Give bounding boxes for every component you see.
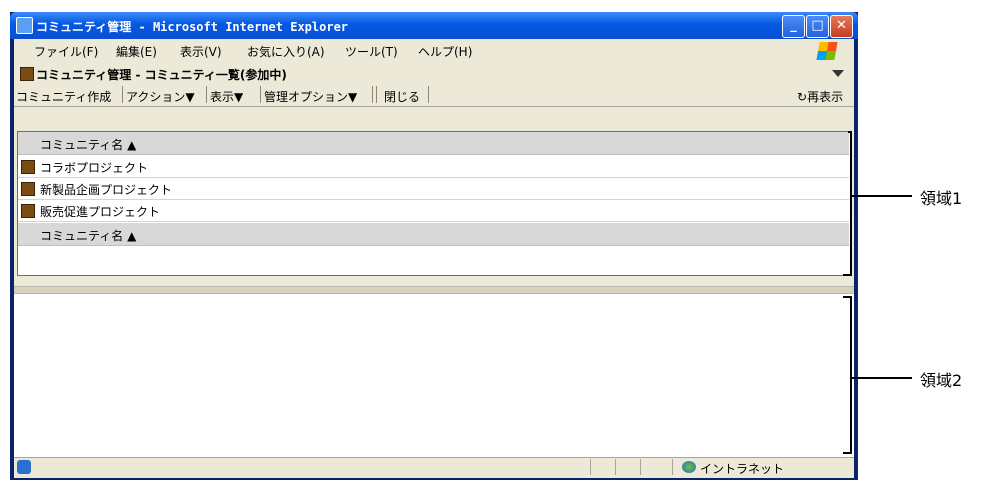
security-zone-label: イントラネット (700, 462, 785, 476)
bracket-1-bottom (843, 274, 852, 276)
toolbar-separator (428, 86, 429, 103)
toolbar-separator (260, 86, 261, 103)
toolbar-separator (372, 86, 373, 103)
bracket-2-vertical (850, 296, 852, 454)
community-icon (21, 204, 35, 218)
close-button[interactable]: ✕ (830, 15, 853, 38)
menu-favorites[interactable]: お気に入り(A) (247, 43, 325, 60)
callout-line-2 (852, 377, 912, 379)
action-menu-button[interactable]: アクション▼ (126, 88, 195, 105)
toolbar-separator (122, 86, 123, 103)
panel-title: コミュニティ管理 - コミュニティ一覧(参加中) (36, 68, 287, 82)
refresh-button[interactable]: ↻再表示 (797, 88, 843, 105)
column-footer-label: コミュニティ名 ▲ (40, 229, 137, 243)
refresh-icon: ↻ (797, 90, 808, 104)
list-item[interactable]: 新製品企画プロジェクト (18, 178, 849, 200)
list-item[interactable]: 販売促進プロジェクト (18, 200, 849, 222)
admin-options-button[interactable]: 管理オプション▼ (264, 88, 357, 105)
ie-page-icon (17, 460, 31, 474)
community-name: 販売促進プロジェクト (40, 205, 161, 219)
bracket-2-bottom (843, 452, 852, 454)
menu-help[interactable]: ヘルプ(H) (418, 43, 472, 60)
list-item[interactable]: コラボプロジェクト (18, 156, 849, 178)
create-community-button[interactable]: コミュニティ作成 (16, 88, 111, 105)
menu-edit[interactable]: 編集(E) (116, 43, 157, 60)
community-icon (21, 182, 35, 196)
refresh-label: 再表示 (807, 90, 844, 104)
column-header-label: コミュニティ名 ▲ (40, 138, 137, 152)
ie-page-icon (16, 17, 33, 34)
menu-view[interactable]: 表示(V) (180, 43, 222, 60)
chevron-down-icon[interactable] (832, 70, 844, 77)
maximize-button[interactable]: □ (806, 15, 829, 38)
community-name: 新製品企画プロジェクト (40, 183, 173, 197)
close-panel-button[interactable]: 閉じる (384, 88, 420, 105)
bracket-1-vertical (850, 131, 852, 276)
windows-flag-icon (816, 42, 838, 60)
status-separator (640, 459, 641, 475)
menu-tools[interactable]: ツール(T) (345, 43, 398, 60)
detail-pane (14, 294, 854, 457)
status-separator (615, 459, 616, 475)
column-header[interactable]: コミュニティ名 ▲ (18, 132, 849, 155)
menu-file[interactable]: ファイル(F) (34, 43, 98, 60)
minimize-button[interactable]: _ (782, 15, 805, 38)
intranet-globe-icon (682, 461, 696, 473)
column-footer-header[interactable]: コミュニティ名 ▲ (18, 223, 849, 246)
callout-line-1 (852, 195, 912, 197)
toolbar-separator (206, 86, 207, 103)
community-name: コラボプロジェクト (40, 161, 149, 175)
pane-splitter[interactable] (14, 286, 854, 294)
status-separator (590, 459, 591, 475)
callout-region1: 領域1 (920, 189, 963, 208)
window-title: コミュニティ管理 - Microsoft Internet Explorer (36, 20, 349, 34)
community-icon (21, 160, 35, 174)
status-separator (672, 459, 673, 475)
community-icon (20, 67, 34, 81)
callout-region2: 領域2 (920, 371, 963, 390)
toolbar-separator (376, 86, 377, 103)
view-menu-button[interactable]: 表示▼ (210, 88, 243, 105)
